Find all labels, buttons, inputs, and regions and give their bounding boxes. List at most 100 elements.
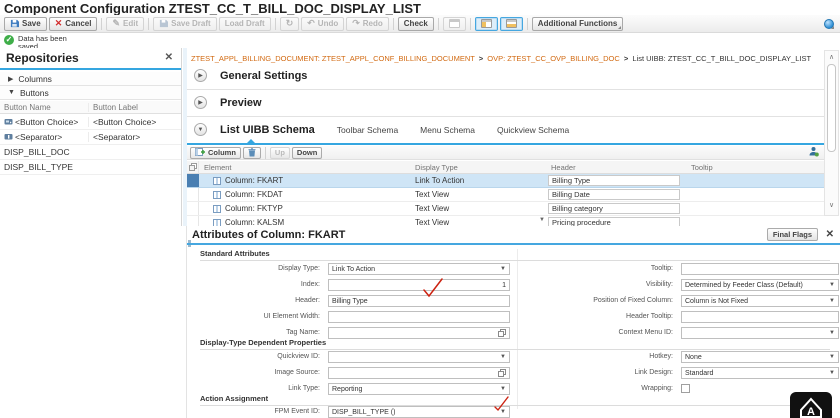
table-row[interactable]: DISP_BILL_TYPE [0,160,181,175]
value-help-icon[interactable] [498,369,506,377]
display-type-select[interactable]: Link To Action▼ [328,263,510,275]
cancel-icon: ✕ [55,19,63,28]
watermark-logo: A [790,392,832,418]
row-selector[interactable] [187,188,199,201]
breadcrumb-current: List UIBB: ZTEST_CC_T_BILL_DOC_DISPLAY_L… [632,54,811,63]
section-title: General Settings [220,70,307,82]
wrapping-checkbox[interactable] [681,384,690,393]
section-standard-attributes: Standard Attributes [200,249,830,261]
panel-accent-rule [0,68,181,70]
move-down-button[interactable]: Down [292,147,322,159]
load-draft-button[interactable]: Load Draft [219,17,271,31]
tab-menu-schema[interactable]: Menu Schema [420,125,475,135]
fpm-event-id-select[interactable]: DISP_BILL_TYPE ()▼ [328,406,510,418]
help-button[interactable] [821,17,836,31]
breadcrumb-link-application[interactable]: ZTEST_APPL_BILLING_DOCUMENT: ZTEST_APPL_… [191,54,475,63]
form-row: Header: Billing Type Position of Fixed C… [187,295,840,308]
add-column-icon [195,148,205,157]
tab-quickview-schema[interactable]: Quickview Schema [497,125,569,135]
position-of-fixed-column-select[interactable]: Column is Not Fixed▼ [681,295,839,307]
expand-toggle-icon[interactable]: ▶ [194,69,207,82]
image-source-input[interactable] [328,367,510,379]
main-scrollbar[interactable]: ∧ ∨ [824,50,839,216]
close-icon[interactable]: ✕ [826,229,834,240]
header-inline-input[interactable]: Billing Date [548,189,680,200]
table-row-fktyp[interactable]: Column: FKTYP Text View Billing category [187,202,824,216]
column-header-header[interactable]: Header [546,163,686,172]
table-row[interactable]: <Separator> <Separator> [0,130,181,145]
row-selector[interactable] [187,216,199,226]
header-input[interactable]: Billing Type [328,295,510,307]
button-choice-icon [4,118,13,126]
section-divider [187,89,824,90]
main-toolbar: Save ✕ Cancel ✎ Edit Save Draft Load Dra… [0,15,840,33]
table-row-fkdat[interactable]: Column: FKDAT Text View Billing Date [187,188,824,202]
field-label: FPM Event ID: [200,408,320,415]
add-column-button[interactable]: Column [190,147,241,159]
save-button[interactable]: Save [4,17,47,31]
breadcrumb-link-ovp[interactable]: OVP: ZTEST_CC_OVP_BILLING_DOC [487,54,620,63]
table-row-kalsm[interactable]: Column: KALSM Text View Pricing procedur… [187,216,824,226]
personalize-button[interactable] [808,144,819,162]
layout-single-button[interactable] [443,17,466,31]
ui-element-width-input[interactable] [328,311,510,323]
final-flags-button[interactable]: Final Flags [767,228,818,241]
expand-toggle-icon[interactable]: ▶ [194,96,207,109]
scroll-down-icon[interactable]: ∨ [825,201,838,209]
value-help-icon[interactable] [498,329,506,337]
header-inline-input[interactable]: Pricing procedure [548,217,680,226]
table-row-fkart[interactable]: Column: FKART Link To Action Billing Typ… [187,174,824,188]
layout-bottom-panel-button[interactable] [500,17,523,31]
edit-button[interactable]: ✎ Edit [106,17,144,31]
table-row[interactable]: DISP_BILL_DOC [0,145,181,160]
index-input[interactable]: 1 [328,279,510,291]
column-header-display-type[interactable]: Display Type [410,163,546,172]
move-up-button[interactable]: Up [270,147,290,159]
field-label: Quickview ID: [200,353,320,360]
tab-list-uibb-schema[interactable]: List UIBB Schema [220,124,315,136]
undo-icon: ↶ [307,19,315,28]
column-element-icon [213,219,221,227]
scroll-up-icon[interactable]: ∧ [825,53,838,61]
visibility-select[interactable]: Determined by Feeder Class (Default)▼ [681,279,839,291]
section-title: Preview [220,97,262,109]
trash-icon [248,148,256,157]
redo-button[interactable]: ↷ Redo [346,17,389,31]
layout-single-icon [449,19,460,28]
hotkey-select[interactable]: None▼ [681,351,839,363]
tooltip-input[interactable] [681,263,839,275]
menu-corner-icon [831,26,834,29]
header-tooltip-input[interactable] [681,311,839,323]
layout-side-panel-button[interactable] [475,17,498,31]
scrollbar-thumb[interactable] [827,64,836,152]
quickview-id-select[interactable]: ▼ [328,351,510,363]
undo-button[interactable]: ↶ Undo [301,17,344,31]
save-draft-button[interactable]: Save Draft [153,17,217,31]
component-configuration-window: Component Configuration ZTEST_CC_T_BILL_… [0,0,840,418]
additional-functions-button[interactable]: Additional Functions [532,17,624,31]
sidebar-section-buttons[interactable]: ▼ Buttons [0,86,181,100]
svg-text:A: A [807,406,815,418]
close-icon[interactable]: ✕ [165,52,173,63]
header-inline-input[interactable]: Billing category [548,203,680,214]
table-row[interactable]: <Button Choice> <Button Choice> [0,115,181,130]
column-header-tooltip[interactable]: Tooltip [686,163,824,172]
form-row: Index: 1 Visibility: Determined by Feede… [187,279,840,292]
cancel-button[interactable]: ✕ Cancel [49,17,98,31]
sidebar-section-columns[interactable]: ▶ Columns [0,72,181,86]
refresh-button[interactable]: ↻ [280,17,300,31]
column-header-button-label: Button Label [88,103,181,112]
section-preview: ▶ Preview [187,96,824,109]
chevron-down-icon: ▼ [500,266,506,272]
table-scroll-down-icon[interactable]: ▼ [539,217,545,223]
tab-toolbar-schema[interactable]: Toolbar Schema [337,125,398,135]
header-inline-input[interactable]: Billing Type [548,175,680,186]
check-button[interactable]: Check [398,17,434,31]
row-selector[interactable] [187,202,199,215]
link-design-select[interactable]: Standard▼ [681,367,839,379]
collapse-toggle-icon[interactable]: ▼ [194,123,207,136]
column-element-icon [213,191,221,199]
row-selector[interactable] [187,174,199,187]
delete-button[interactable] [243,147,261,159]
column-header-element[interactable]: Element [199,163,410,172]
